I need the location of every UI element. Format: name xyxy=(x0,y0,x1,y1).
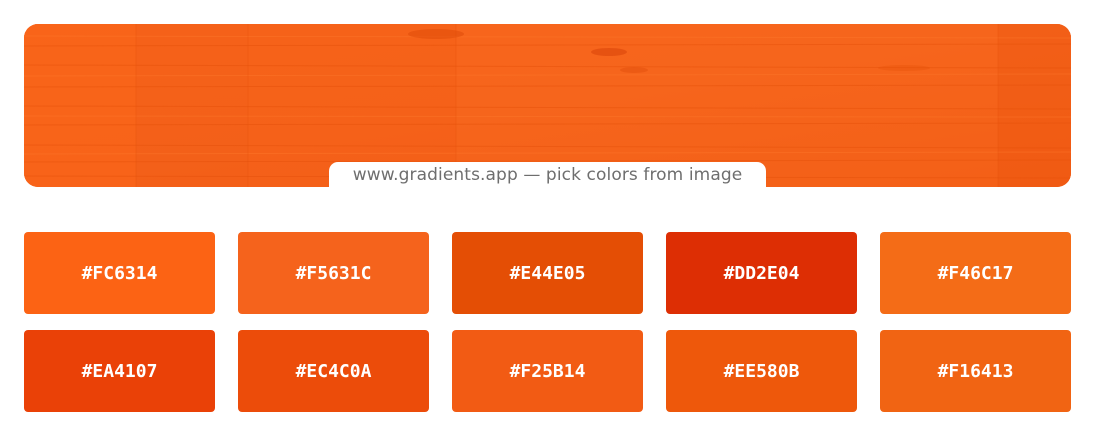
swatch-hex-label: #EE580B xyxy=(723,360,800,382)
color-swatch[interactable]: #EE580B xyxy=(666,330,857,412)
swatch-hex-label: #E44E05 xyxy=(509,262,586,284)
color-swatch[interactable]: #EA4107 xyxy=(24,330,215,412)
swatch-hex-label: #F25B14 xyxy=(509,360,586,382)
color-palette: #FC6314 #F5631C #E44E05 #DD2E04 #F46C17 #EA41… xyxy=(24,232,1071,412)
swatch-hex-label: #FC6314 xyxy=(81,262,158,284)
image-caption: www.gradients.app — pick colors from ima… xyxy=(329,162,766,187)
swatch-hex-label: #F16413 xyxy=(937,360,1014,382)
swatch-hex-label: #DD2E04 xyxy=(723,262,800,284)
swatch-hex-label: #F46C17 xyxy=(937,262,1014,284)
color-swatch[interactable]: #F5631C xyxy=(238,232,429,314)
swatch-hex-label: #F5631C xyxy=(295,262,372,284)
color-swatch[interactable]: #F46C17 xyxy=(880,232,1071,314)
color-swatch[interactable]: #DD2E04 xyxy=(666,232,857,314)
swatch-hex-label: #EC4C0A xyxy=(295,360,372,382)
color-swatch[interactable]: #F16413 xyxy=(880,330,1071,412)
color-swatch[interactable]: #E44E05 xyxy=(452,232,643,314)
color-swatch[interactable]: #F25B14 xyxy=(452,330,643,412)
swatch-hex-label: #EA4107 xyxy=(81,360,158,382)
color-swatch[interactable]: #FC6314 xyxy=(24,232,215,314)
color-swatch[interactable]: #EC4C0A xyxy=(238,330,429,412)
